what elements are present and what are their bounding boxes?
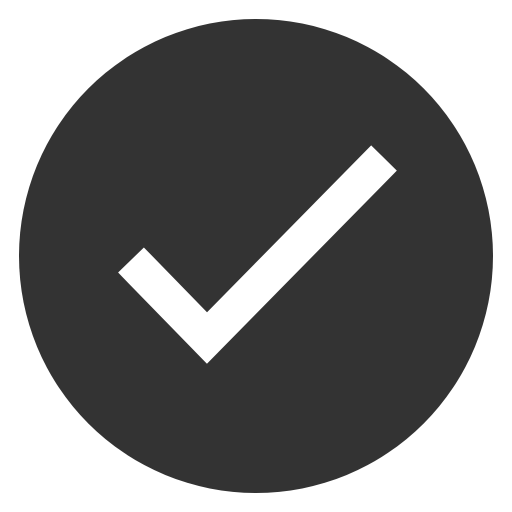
check-circle-svg [19, 19, 493, 493]
icon-canvas [0, 0, 512, 512]
check-circle-icon [0, 0, 512, 512]
circle-background [19, 19, 493, 493]
